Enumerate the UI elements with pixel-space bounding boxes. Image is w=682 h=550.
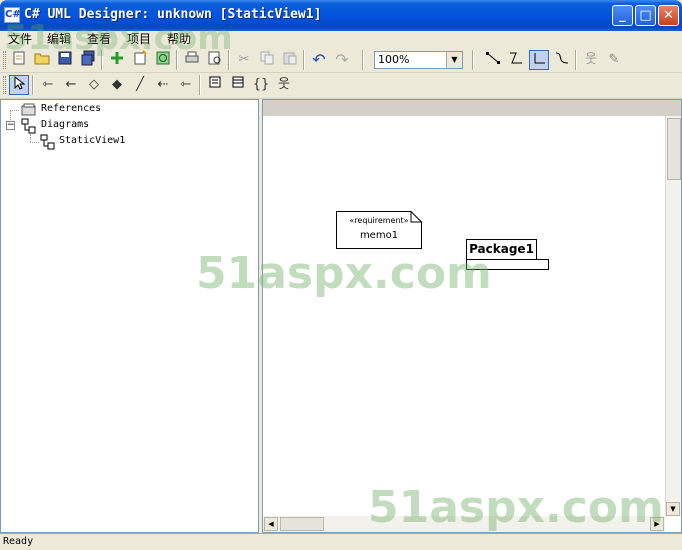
diagram-toolbar: ⇽ ← ◇ ◆ ╱ ⇠ ⇽ {} 웃	[0, 73, 682, 99]
zoom-select[interactable]: 100% ▼	[374, 51, 463, 69]
paste-icon[interactable]	[280, 50, 300, 70]
tree-line	[30, 142, 39, 143]
angled-connector-icon[interactable]	[506, 50, 526, 70]
cut-icon[interactable]: ✂	[234, 50, 254, 70]
tree-item-diagrams[interactable]: Diagrams	[41, 119, 89, 130]
vertical-scrollbar[interactable]: ▼	[665, 116, 681, 516]
watermark-bottom: 51aspx.com	[368, 482, 664, 533]
toolbar-grip[interactable]	[3, 76, 6, 94]
toolbar-separator	[575, 50, 577, 70]
curved-connector-icon[interactable]	[552, 50, 572, 70]
interface-tool-icon[interactable]: {}	[251, 75, 271, 95]
generalization-icon[interactable]: ⇽	[38, 75, 58, 95]
actor-tool-icon[interactable]: 웃	[581, 50, 601, 70]
memo-note[interactable]: «requirement» memo1	[336, 211, 422, 249]
toolbar-separator	[32, 75, 34, 95]
maximize-button[interactable]: □	[635, 5, 656, 26]
canvas-header	[263, 100, 681, 116]
memo-tool-icon[interactable]	[205, 75, 225, 95]
toolbar-separator	[362, 50, 364, 70]
close-button[interactable]: ✕	[658, 5, 679, 26]
diagram-folder-icon	[21, 118, 37, 137]
copy-icon[interactable]	[257, 50, 277, 70]
diagram-canvas[interactable]: «requirement» memo1 Package1 ▼ ◀ ▶	[262, 99, 682, 533]
dependency-icon[interactable]: ⇠	[153, 75, 173, 95]
status-text: Ready	[3, 536, 34, 547]
static-view-icon	[40, 134, 56, 153]
project-tree: References − Diagrams StaticView1	[0, 99, 259, 533]
memo-name: memo1	[359, 230, 399, 241]
minimize-button[interactable]: _	[612, 5, 633, 26]
toolbar-separator	[472, 50, 474, 70]
horizontal-scroll-thumb[interactable]	[280, 517, 324, 531]
orthogonal-connector-icon[interactable]	[529, 50, 549, 70]
watermark-top: 51aspx.com	[4, 18, 233, 58]
toolbar-separator	[199, 75, 201, 95]
memo-stereotype: «requirement»	[349, 216, 409, 225]
tree-item-staticview1[interactable]: StaticView1	[59, 135, 125, 146]
undo-icon[interactable]: ↶	[309, 50, 329, 70]
scroll-down-arrow-icon[interactable]: ▼	[666, 502, 680, 516]
realization-icon[interactable]: ⇽	[176, 75, 196, 95]
vertical-scroll-thumb[interactable]	[667, 118, 681, 180]
actor-icon[interactable]: 웃	[274, 75, 294, 95]
tree-item-references[interactable]: References	[41, 103, 101, 114]
tree-line	[10, 110, 19, 111]
toolbar-separator	[303, 50, 305, 70]
status-bar: Ready	[0, 533, 682, 550]
zoom-value: 100%	[378, 53, 410, 66]
aggregation-icon[interactable]: ◇	[84, 75, 104, 95]
class-tool-icon[interactable]	[228, 75, 248, 95]
watermark-middle: 51aspx.com	[196, 248, 492, 299]
eraser-icon[interactable]: ✎	[604, 50, 624, 70]
pointer-icon[interactable]	[9, 75, 29, 95]
association-icon[interactable]: ←	[61, 75, 81, 95]
redo-icon[interactable]: ↷	[332, 50, 352, 70]
scroll-left-arrow-icon[interactable]: ◀	[264, 517, 278, 531]
tree-line	[30, 134, 31, 142]
link-icon[interactable]: ╱	[130, 75, 150, 95]
straight-connector-icon[interactable]	[483, 50, 503, 70]
tree-expander[interactable]: −	[6, 121, 15, 130]
composition-icon[interactable]: ◆	[107, 75, 127, 95]
chevron-down-icon[interactable]: ▼	[446, 52, 462, 68]
